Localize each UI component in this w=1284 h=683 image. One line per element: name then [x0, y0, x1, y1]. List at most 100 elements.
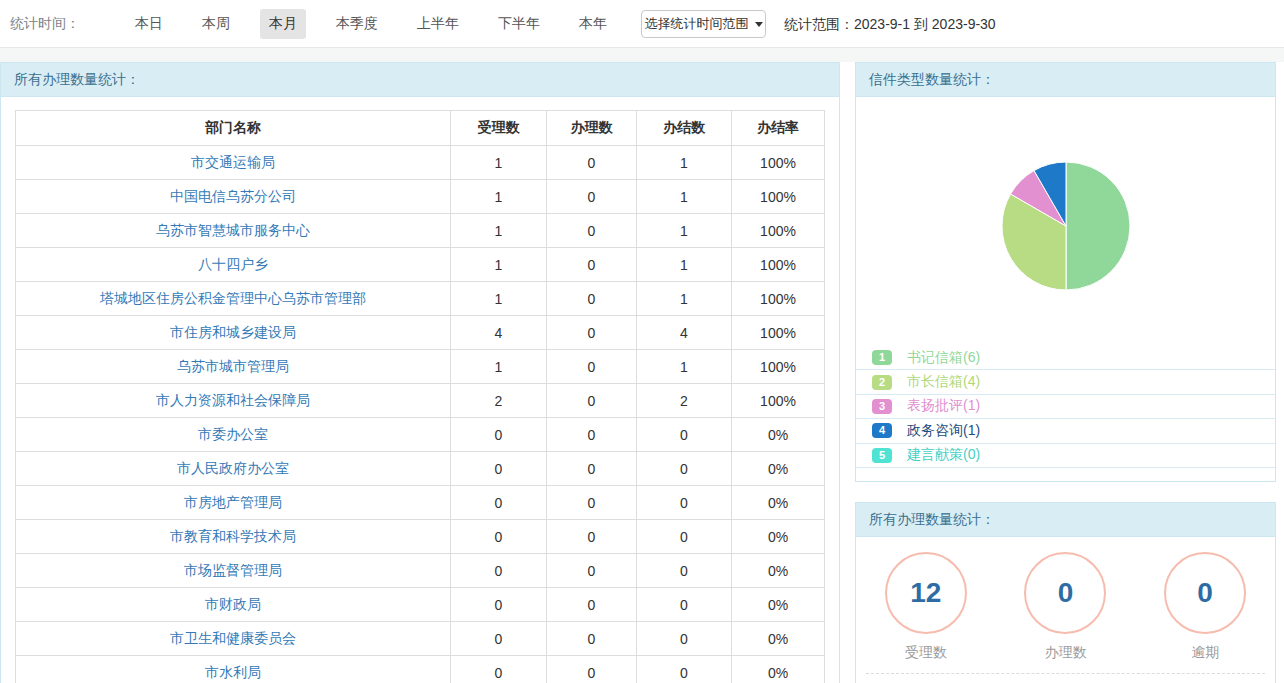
stat-value: 0 [1058, 577, 1074, 609]
department-link[interactable]: 市人民政府办公室 [16, 452, 451, 486]
table-cell: 0 [451, 588, 547, 622]
legend-label: 政务咨询(1) [907, 422, 980, 440]
column-header: 办理数 [547, 111, 637, 146]
tab-3[interactable]: 本月 [260, 9, 306, 39]
table-cell: 0 [451, 656, 547, 683]
table-cell: 1 [451, 248, 547, 282]
tab-2[interactable]: 本周 [193, 9, 239, 39]
department-stats-panel-title: 所有办理数量统计： [1, 63, 839, 97]
table-row: 市住房和城乡建设局404100% [16, 316, 825, 350]
table-cell: 0% [732, 554, 825, 588]
letter-type-panel-title: 信件类型数量统计： [856, 63, 1275, 97]
table-cell: 0 [547, 350, 637, 384]
table-cell: 0 [547, 214, 637, 248]
table-cell: 1 [637, 180, 732, 214]
table-cell: 100% [732, 316, 825, 350]
department-link[interactable]: 市教育和科学技术局 [16, 520, 451, 554]
table-cell: 1 [637, 146, 732, 180]
table-cell: 0 [451, 554, 547, 588]
select-time-range-label: 选择统计时间范围 [645, 15, 749, 33]
stat-label: 逾期 [1191, 644, 1219, 662]
topbar: 统计时间： 本日本周本月本季度上半年下半年本年 选择统计时间范围 统计范围：20… [0, 0, 1284, 48]
table-cell: 100% [732, 282, 825, 316]
department-link[interactable]: 中国电信乌苏分公司 [16, 180, 451, 214]
department-link[interactable]: 八十四户乡 [16, 248, 451, 282]
department-link[interactable]: 市交通运输局 [16, 146, 451, 180]
table-cell: 4 [637, 316, 732, 350]
table-row: 市委办公室0000% [16, 418, 825, 452]
department-link[interactable]: 乌苏市智慧城市服务中心 [16, 214, 451, 248]
department-link[interactable]: 市人力资源和社会保障局 [16, 384, 451, 418]
department-table-body: 市交通运输局101100%中国电信乌苏分公司101100%乌苏市智慧城市服务中心… [16, 146, 825, 683]
tab-5[interactable]: 上半年 [408, 9, 468, 39]
select-time-range-button[interactable]: 选择统计时间范围 [641, 10, 766, 38]
stat-item: 0办理数 [1024, 552, 1106, 662]
pie-chart-svg [1001, 161, 1131, 291]
department-link[interactable]: 市卫生和健康委员会 [16, 622, 451, 656]
pie-legend: 1书记信箱(6)2市长信箱(4)3表扬批评(1) 4 政务咨询(1) 5 建言献策(0) [856, 346, 1275, 468]
tab-1[interactable]: 本日 [126, 9, 172, 39]
legend-item[interactable]: 1书记信箱(6) [856, 346, 1275, 370]
pie-chart [856, 97, 1275, 291]
table-row: 市场监督管理局0000% [16, 554, 825, 588]
table-cell: 0 [547, 282, 637, 316]
table-row: 市人民政府办公室0000% [16, 452, 825, 486]
table-cell: 0 [451, 418, 547, 452]
table-cell: 0 [547, 146, 637, 180]
department-link[interactable]: 塔城地区住房公积金管理中心乌苏市管理部 [16, 282, 451, 316]
legend-label: 表扬批评(1) [907, 397, 980, 415]
stat-value: 12 [910, 577, 941, 609]
pie-slice-1[interactable] [1066, 162, 1130, 290]
department-link[interactable]: 市房地产管理局 [16, 486, 451, 520]
legend-item[interactable]: 5 建言献策(0) [856, 444, 1275, 468]
legend-label: 建言献策(0) [907, 446, 980, 464]
dashed-divider [866, 673, 1265, 674]
department-stats-panel: 所有办理数量统计： 部门名称受理数办理数办结数办结率 市交通运输局101100%… [0, 62, 840, 683]
table-row: 八十四户乡101100% [16, 248, 825, 282]
department-link[interactable]: 乌苏市城市管理局 [16, 350, 451, 384]
table-cell: 0 [451, 520, 547, 554]
table-cell: 1 [451, 282, 547, 316]
legend-label: 书记信箱(6) [907, 349, 980, 367]
table-row: 市房地产管理局0000% [16, 486, 825, 520]
tab-7[interactable]: 本年 [570, 9, 616, 39]
legend-rank-badge: 2 [872, 375, 892, 390]
department-link[interactable]: 市委办公室 [16, 418, 451, 452]
table-cell: 0 [451, 622, 547, 656]
department-link[interactable]: 市场监督管理局 [16, 554, 451, 588]
table-cell: 1 [637, 214, 732, 248]
table-cell: 100% [732, 248, 825, 282]
table-cell: 0% [732, 520, 825, 554]
legend-item[interactable]: 4 政务咨询(1) [856, 419, 1275, 443]
statistic-range-text: 统计范围：2023-9-1 到 2023-9-30 [784, 16, 996, 34]
table-cell: 0 [547, 622, 637, 656]
time-tabs: 本日本周本月本季度上半年下半年本年 [126, 9, 616, 39]
time-filter-label: 统计时间： [10, 15, 85, 33]
tab-6[interactable]: 下半年 [489, 9, 549, 39]
table-row: 市水利局0000% [16, 656, 825, 683]
table-cell: 0 [637, 418, 732, 452]
table-cell: 100% [732, 384, 825, 418]
table-cell: 0 [451, 452, 547, 486]
legend-rank-badge: 5 [872, 448, 892, 463]
table-cell: 1 [451, 146, 547, 180]
legend-item[interactable]: 2市长信箱(4) [856, 370, 1275, 394]
table-cell: 0 [547, 384, 637, 418]
legend-rank-badge: 4 [872, 423, 892, 438]
table-cell: 0 [637, 656, 732, 683]
table-cell: 0% [732, 418, 825, 452]
department-link[interactable]: 市住房和城乡建设局 [16, 316, 451, 350]
department-link[interactable]: 市水利局 [16, 656, 451, 683]
stat-circle: 0 [1024, 552, 1106, 634]
tab-4[interactable]: 本季度 [327, 9, 387, 39]
table-cell: 1 [451, 180, 547, 214]
table-cell: 2 [637, 384, 732, 418]
legend-item[interactable]: 3表扬批评(1) [856, 395, 1275, 419]
table-cell: 0 [547, 316, 637, 350]
department-link[interactable]: 市财政局 [16, 588, 451, 622]
table-cell: 0 [637, 486, 732, 520]
table-cell: 0% [732, 622, 825, 656]
table-row: 市人力资源和社会保障局202100% [16, 384, 825, 418]
table-cell: 0 [547, 418, 637, 452]
table-cell: 0% [732, 452, 825, 486]
